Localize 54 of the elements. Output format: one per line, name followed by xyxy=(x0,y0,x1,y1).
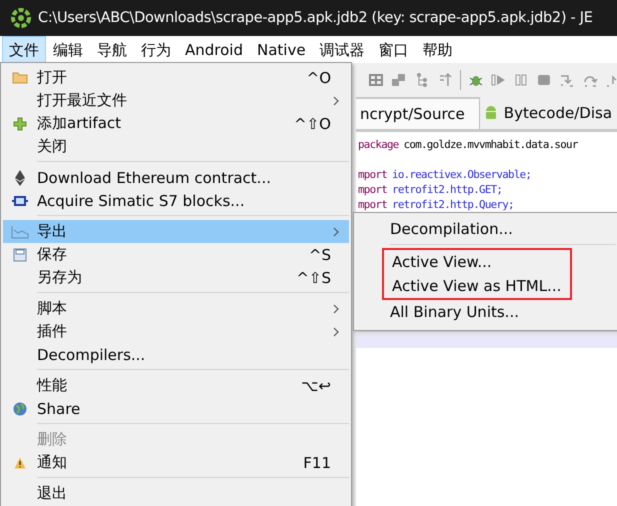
grid-icon[interactable] xyxy=(368,72,384,88)
menu-bar-item[interactable]: 文件 xyxy=(2,36,46,63)
menu-item[interactable]: 关闭 xyxy=(3,135,349,158)
plus-icon xyxy=(13,116,27,130)
code-keyword: mport xyxy=(358,198,388,211)
menu-bar-item[interactable]: Android xyxy=(178,36,250,63)
menu-item[interactable]: 保存 ^S xyxy=(3,243,349,266)
menu-item[interactable]: 打开 ^O xyxy=(3,66,349,89)
menu-bar-item[interactable]: Native xyxy=(250,36,313,63)
menu-item[interactable]: Decompilers... xyxy=(3,343,349,366)
menu-item[interactable]: 退出 xyxy=(3,482,349,505)
window-title: C:\Users\ABC\Downloads\scrape-app5.apk.jdb2 (key: scrape-app5.apk.jdb2) - JE xyxy=(38,10,593,26)
code-keyword: package xyxy=(358,138,399,151)
pause-icon[interactable] xyxy=(513,72,530,88)
step-out-icon[interactable] xyxy=(605,72,617,88)
menu-item[interactable]: Acquire Simatic S7 blocks... xyxy=(3,189,349,212)
code-text: io.reactivex.Observable; xyxy=(392,168,532,181)
code-text: retrofit2.http.GET; xyxy=(392,183,502,196)
code-keyword: mport xyxy=(358,183,388,196)
menu-bar-item[interactable]: 帮助 xyxy=(416,36,460,63)
diamond-icon xyxy=(15,170,25,186)
menu-bar-item[interactable]: 导航 xyxy=(90,36,134,63)
globe-icon xyxy=(13,402,27,416)
menu-item[interactable]: 通知 F11 xyxy=(3,451,349,474)
menu-bar-item[interactable]: 编辑 xyxy=(46,36,90,63)
blocks-icon[interactable] xyxy=(390,72,407,88)
menu-bar-item[interactable]: 行为 xyxy=(134,36,178,63)
warning-icon xyxy=(14,456,26,468)
code-text: com.goldze.mvvmhabit.data.sour xyxy=(404,138,578,151)
editor-tab[interactable]: ncrypt/Source xyxy=(356,97,480,129)
play-icon[interactable] xyxy=(490,72,506,88)
menu-bar-item[interactable]: 窗口 xyxy=(372,36,416,63)
menu-item[interactable]: Share xyxy=(3,397,349,420)
menu-item[interactable]: Active View... xyxy=(384,250,570,274)
menu-item[interactable]: 导出 xyxy=(3,220,349,243)
menu-item[interactable]: Download Ethereum contract... xyxy=(3,166,349,189)
android-icon xyxy=(484,105,498,121)
app-logo-icon xyxy=(10,7,32,29)
menu-item[interactable]: Decompilation... xyxy=(356,217,616,241)
menu-item[interactable]: 添加artifact ^⇧O xyxy=(3,112,349,135)
chart-icon xyxy=(11,224,29,238)
menu-item[interactable]: 插件 xyxy=(3,320,349,343)
menu-bar-item[interactable]: 调试器 xyxy=(312,36,372,63)
code-keyword: mport xyxy=(358,168,388,181)
menu-item[interactable]: All Binary Units... xyxy=(356,300,616,324)
menu-item[interactable]: Active View as HTML... xyxy=(384,274,570,298)
folder-icon xyxy=(12,71,28,84)
menu-item[interactable]: 脚本 xyxy=(3,297,349,320)
stop-icon[interactable] xyxy=(536,72,552,88)
menu-item[interactable]: 另存为 ^⇧S xyxy=(3,266,349,289)
code-text: retrofit2.http.Query; xyxy=(392,198,514,211)
chip-icon xyxy=(12,196,28,206)
menu-item[interactable]: 性能 ⌥↩ xyxy=(3,374,349,397)
menu-item[interactable]: 打开最近文件 xyxy=(3,89,349,112)
